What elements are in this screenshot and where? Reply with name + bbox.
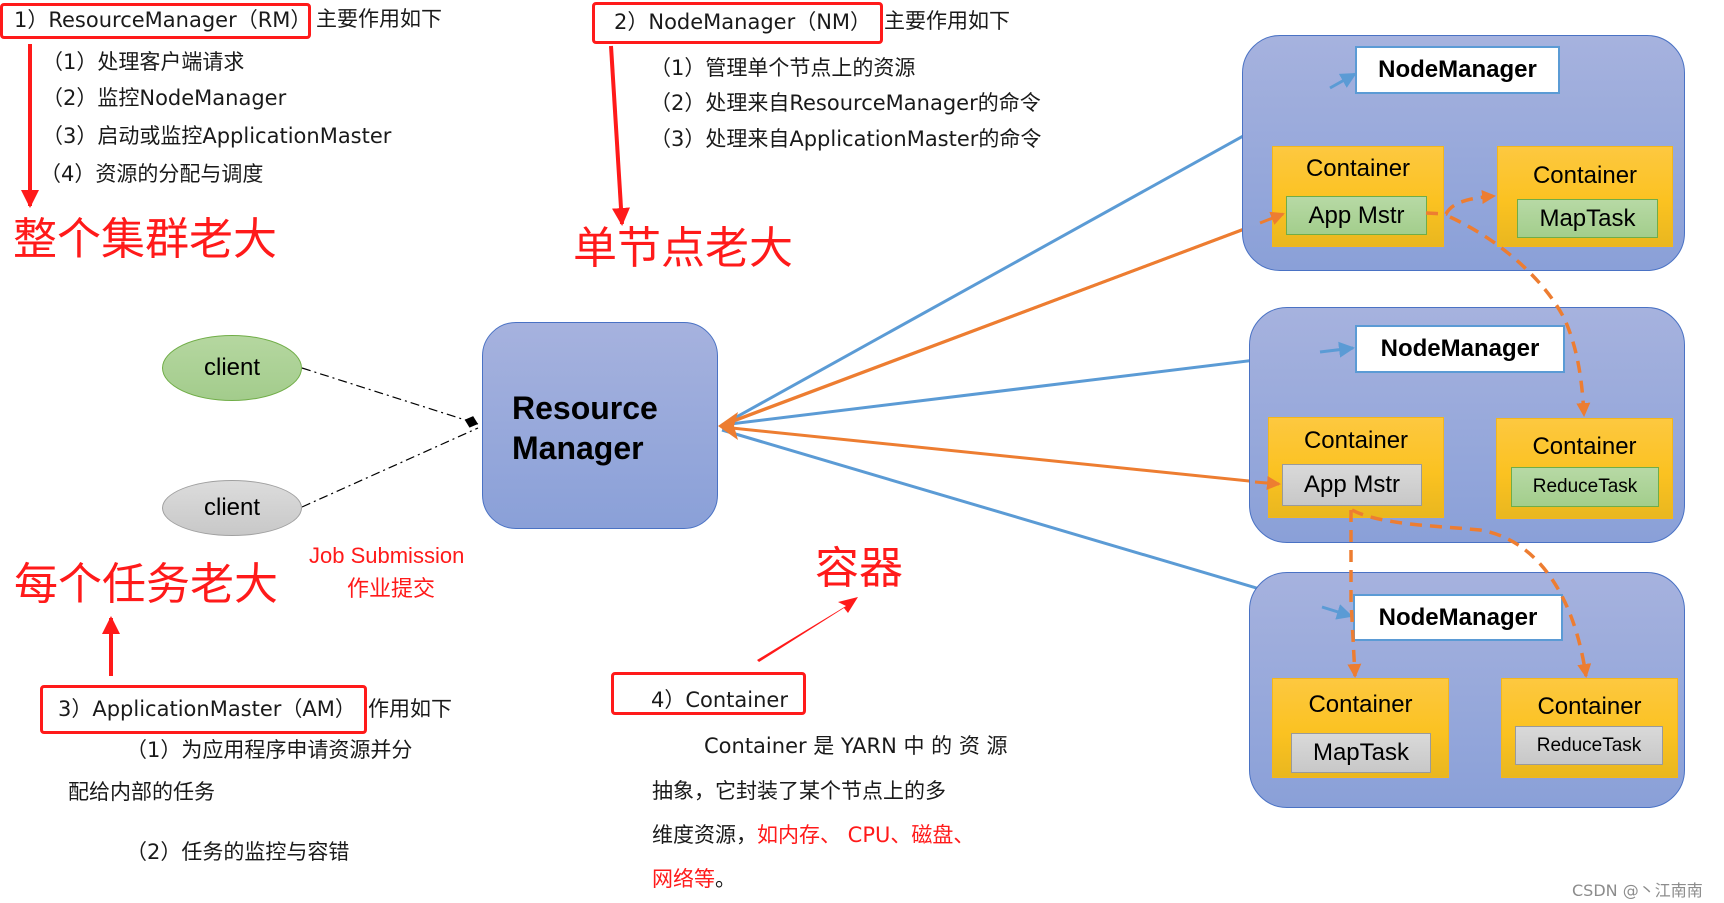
client2-submit-line	[301, 427, 479, 508]
reduce-task: ReduceTask	[1515, 726, 1663, 765]
client-node: client	[162, 335, 302, 401]
job-submission-label: Job Submission	[309, 543, 465, 568]
rm-item: （1）处理客户端请求	[42, 50, 245, 74]
am-item: 配给内部的任务	[68, 780, 215, 804]
app-master-task: App Mstr	[1286, 196, 1427, 235]
container-label: Container	[1537, 693, 1642, 720]
am-title-suffix: 作用如下	[368, 697, 452, 721]
map-task: MapTask	[1517, 199, 1658, 238]
container-box: Container MapTask	[1497, 146, 1673, 247]
client-label: client	[203, 494, 261, 521]
container-desc-line: Container 是 YARN 中 的 资 源	[704, 734, 1008, 758]
container-box: Container ReduceTask	[1501, 678, 1678, 778]
rm-item: （2）监控NodeManager	[42, 86, 287, 110]
rm-to-am1-link	[721, 212, 1284, 427]
rm-label-line: Manager	[512, 430, 644, 466]
client1-submit-line	[301, 367, 479, 428]
am-callout: 每个任务老大	[14, 559, 278, 610]
container-desc-line: 抽象，它封装了某个节点上的多	[652, 779, 946, 803]
nm-title-suffix: 主要作用如下	[884, 9, 1010, 33]
job-submission-cn-label: 作业提交	[347, 576, 436, 601]
rm-label-line: Resource	[512, 390, 658, 426]
nm-item: （2）处理来自ResourceManager的命令	[650, 91, 1041, 115]
am-item: （1）为应用程序申请资源并分	[126, 738, 413, 762]
nm-callout: 单节点老大	[573, 223, 793, 274]
node-2: NodeManager Container App Mstr Container…	[1249, 307, 1685, 543]
reduce-task: ReduceTask	[1511, 467, 1659, 507]
node-manager-label: NodeManager	[1355, 325, 1565, 373]
node-1: NodeManager Container App Mstr Container…	[1242, 35, 1685, 271]
node-manager-label: NodeManager	[1353, 594, 1563, 641]
rm-incoming-arrowhead	[718, 412, 738, 440]
container-box: Container App Mstr	[1272, 146, 1444, 247]
node-manager-label: NodeManager	[1355, 46, 1560, 94]
container-box: Container App Mstr	[1268, 417, 1444, 518]
app-master-task: App Mstr	[1282, 464, 1422, 506]
rm-title-text: 1）ResourceManager（RM）	[14, 8, 312, 32]
desc-red-text: 如内存、 CPU、磁盘、	[757, 823, 975, 847]
container-title-text: 4）Container	[651, 688, 788, 712]
map-task: MapTask	[1291, 733, 1431, 773]
am-item: （2）任务的监控与容错	[126, 840, 350, 864]
client-node: client	[162, 480, 302, 536]
node-3: NodeManager Container MapTask Container …	[1249, 572, 1685, 808]
container-desc-line4: 网络等。	[652, 869, 736, 890]
rm-item: （3）启动或监控ApplicationMaster	[42, 124, 392, 148]
desc-black-text: 维度资源，	[652, 823, 757, 847]
nm-title-text: 2）NodeManager（NM）	[614, 10, 872, 34]
container-label: Container	[1305, 155, 1411, 182]
am-title-text: 3）ApplicationMaster（AM）	[58, 697, 356, 721]
container-label: Container	[1303, 427, 1409, 454]
rm-title-suffix: 主要作用如下	[316, 7, 442, 31]
watermark: CSDN @丶江南南	[1572, 881, 1703, 900]
container-label: Container	[1308, 691, 1413, 718]
nm-item: （3）处理来自ApplicationMaster的命令	[650, 127, 1042, 151]
container-box: Container ReduceTask	[1496, 418, 1673, 519]
container-box: Container MapTask	[1272, 678, 1449, 778]
resource-manager-box: Resource Manager	[482, 322, 718, 529]
container-annotation-arrow	[757, 597, 858, 662]
rm-item: （4）资源的分配与调度	[40, 162, 264, 186]
rm-callout: 整个集群老大	[13, 214, 277, 265]
client-label: client	[203, 354, 261, 381]
nm-annotation-arrow	[609, 45, 630, 226]
nm-item: （1）管理单个节点上的资源	[650, 56, 916, 80]
desc-red-text: 网络等	[652, 867, 715, 891]
container-label: Container	[1532, 433, 1637, 460]
container-desc-line3: 维度资源，如内存、 CPU、磁盘、	[652, 825, 974, 846]
rm-section-title: 1）ResourceManager（RM）	[14, 10, 311, 31]
container-label: Container	[1532, 162, 1638, 189]
container-callout: 容器	[815, 543, 903, 594]
desc-black-text: 。	[715, 867, 736, 891]
